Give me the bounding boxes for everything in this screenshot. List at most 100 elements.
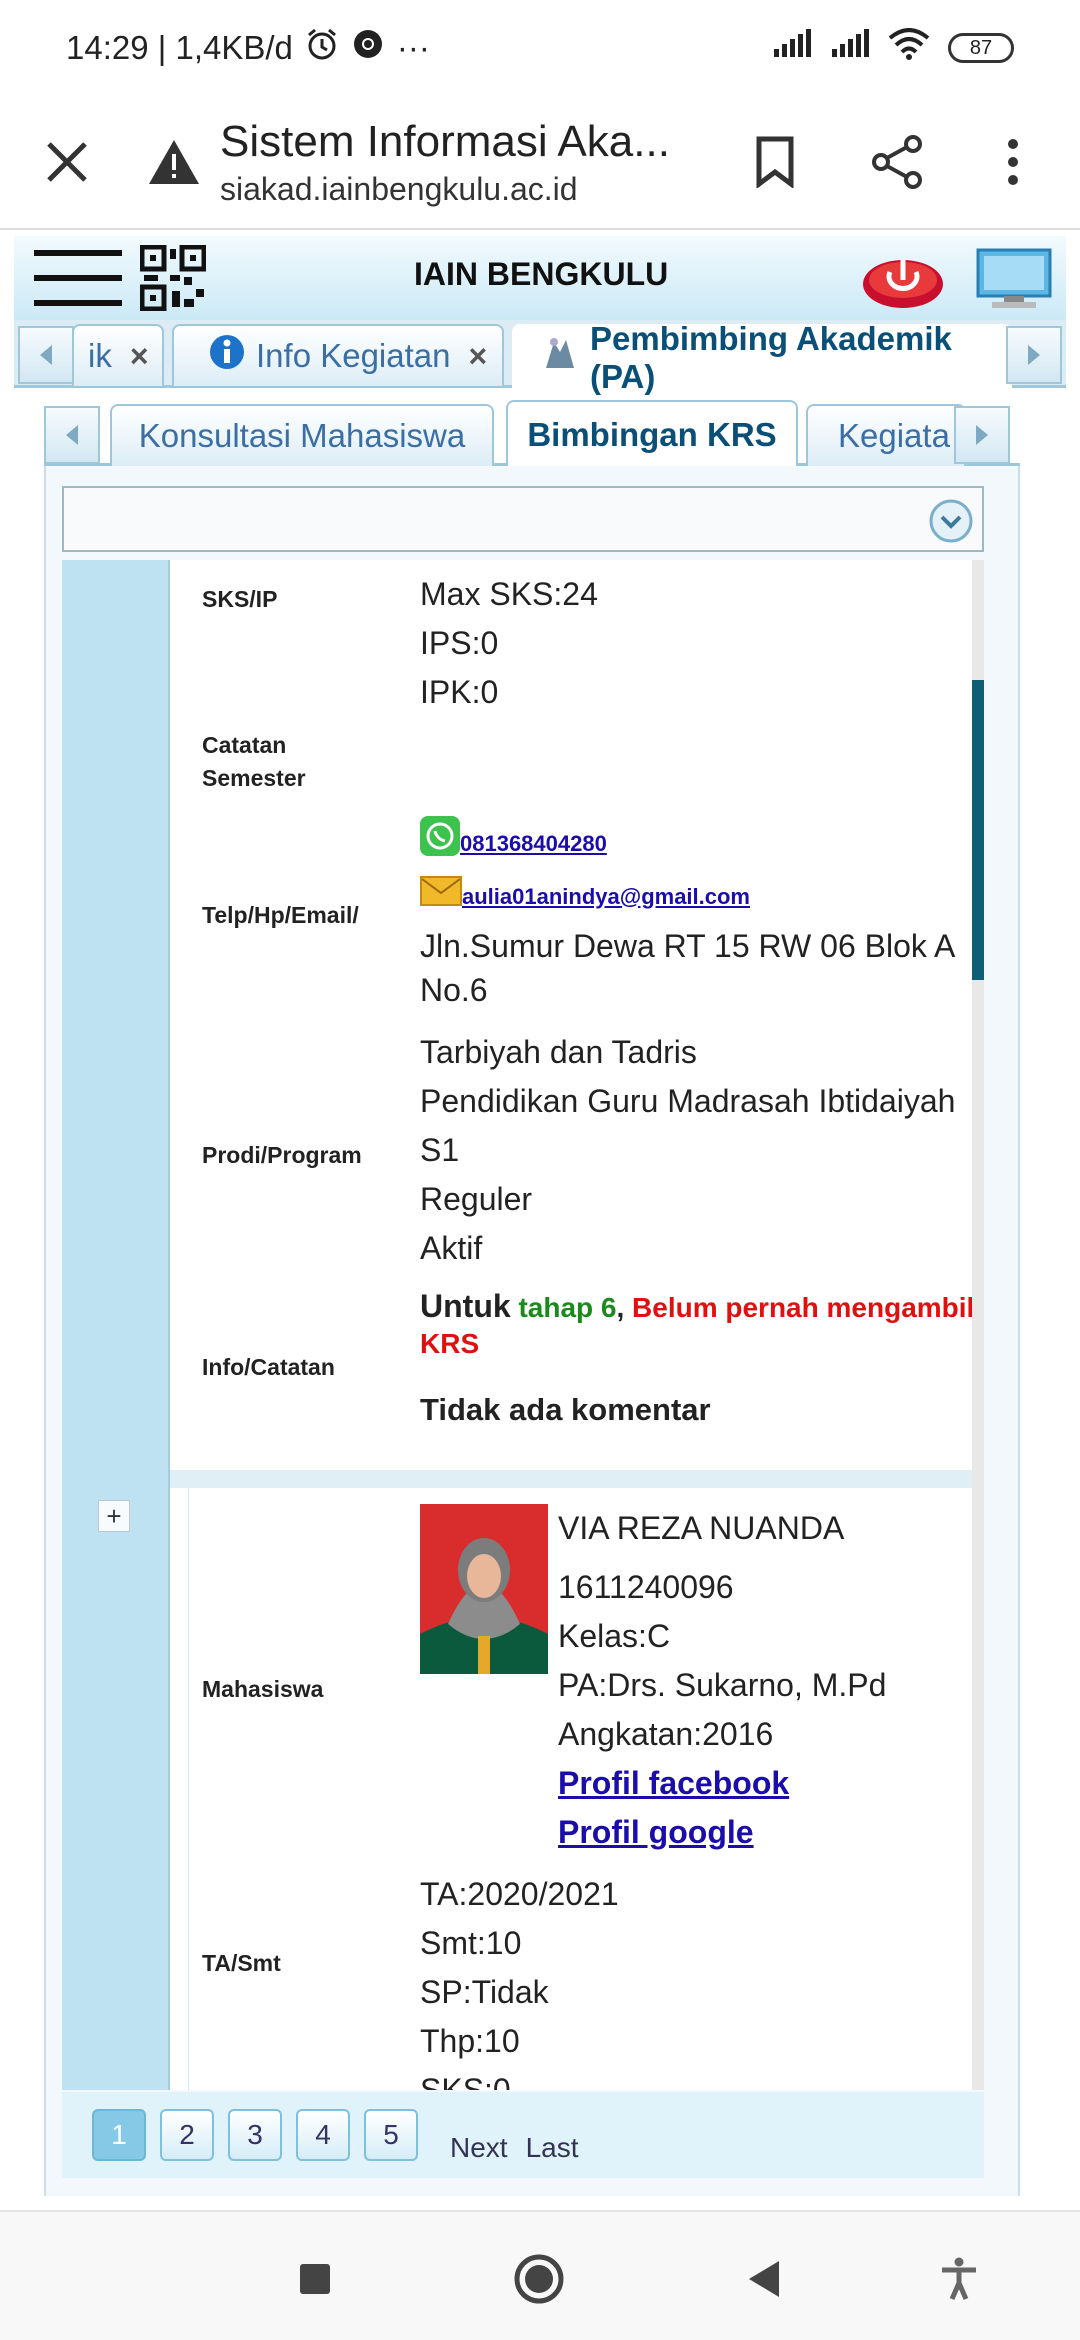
- close-tab-icon[interactable]: ×: [469, 338, 488, 375]
- scrollbar-thumb[interactable]: [972, 680, 984, 980]
- chevron-down-icon[interactable]: [928, 498, 974, 549]
- qr-code-icon[interactable]: [139, 244, 207, 312]
- study-program: Pendidikan Guru Madrasah Ibtidaiyah: [420, 1083, 956, 1119]
- pagination: 1 2 3 4 5 Next Last: [62, 2092, 984, 2178]
- tab-pembimbing-akademik[interactable]: Pembimbing Akademik (PA): [512, 320, 1012, 395]
- whatsapp-icon[interactable]: [420, 816, 460, 870]
- catatan-label-line1: Catatan: [202, 732, 287, 758]
- tab-label: Info Kegiatan: [256, 337, 451, 374]
- app-title: IAIN BENGKULU: [414, 256, 669, 292]
- krs-note: Untuk tahap 6, Belum pernah mengambil KR…: [420, 1288, 980, 1362]
- phone-link[interactable]: 081368404280: [460, 819, 607, 868]
- tab-label: ik: [88, 337, 112, 374]
- filter-select[interactable]: [62, 486, 984, 552]
- signal-icon: [772, 29, 812, 67]
- close-icon[interactable]: [34, 129, 100, 195]
- alarm-icon: [305, 27, 339, 69]
- subtab-bimbingan-krs[interactable]: Bimbingan KRS: [506, 400, 798, 468]
- sksip-label: SKS/IP: [202, 586, 278, 612]
- content-panel: SKS/IP Max SKS:24 IPS:0 IPK:0 Catatan Se…: [44, 466, 1020, 2196]
- system-nav-bar: [0, 2210, 1080, 2340]
- tab-label: Kegiata: [838, 417, 950, 454]
- mentor-icon: [540, 334, 580, 382]
- share-icon[interactable]: [864, 129, 930, 195]
- logout-power-icon[interactable]: [860, 246, 946, 315]
- subtab-konsultasi-mahasiswa[interactable]: Konsultasi Mahasiswa: [110, 404, 494, 466]
- note-comma: ,: [616, 1292, 625, 1323]
- desktop-icon[interactable]: [974, 248, 1054, 315]
- student-photo: [420, 1504, 548, 1674]
- main-tab-strip: ik × Info Kegiatan × Pembimbing Akademik…: [14, 320, 1066, 395]
- status-time: 14:29 | 1,4KB/d: [66, 29, 293, 66]
- tahun-ajaran: TA:2020/2021: [420, 1876, 619, 1912]
- tahap: Thp:10: [420, 2023, 520, 2059]
- home-icon[interactable]: [512, 2252, 566, 2306]
- sks-cutoff: SKS:0: [420, 2072, 511, 2090]
- info-icon: [208, 333, 246, 379]
- row-gutter: [62, 560, 170, 2090]
- tab-scroll-left-button[interactable]: [18, 326, 74, 384]
- student-info: VIA REZA NUANDA 1611240096 Kelas:C PA:Dr…: [558, 1504, 958, 1857]
- more-options-icon[interactable]: [980, 129, 1046, 195]
- tab-label: Bimbingan KRS: [527, 416, 777, 453]
- subtab-kegiatan[interactable]: Kegiata: [806, 404, 966, 466]
- page-4-button[interactable]: 4: [296, 2109, 350, 2161]
- sksip-values: Max SKS:24 IPS:0 IPK:0: [420, 570, 980, 717]
- back-icon[interactable]: [736, 2252, 790, 2306]
- student-nim: 1611240096: [558, 1569, 734, 1605]
- semester-pendek: SP:Tidak: [420, 1974, 549, 2010]
- more-notifications-icon: ···: [396, 29, 430, 66]
- student-name: VIA REZA NUANDA: [558, 1510, 845, 1546]
- page-5-button[interactable]: 5: [364, 2109, 418, 2161]
- app-header: IAIN BENGKULU: [14, 236, 1066, 320]
- facebook-profile-link[interactable]: Profil facebook: [558, 1765, 789, 1801]
- note-tahap: tahap 6: [518, 1292, 617, 1323]
- subtab-scroll-right-button[interactable]: [954, 406, 1010, 464]
- note-untuk: Untuk: [420, 1288, 511, 1324]
- bookmark-icon[interactable]: [742, 129, 808, 195]
- subtab-scroll-left-button[interactable]: [44, 406, 100, 464]
- battery-icon: 87: [948, 33, 1014, 63]
- ipk-value: IPK:0: [420, 674, 499, 710]
- contact-label: Telp/Hp/Email/: [202, 902, 359, 928]
- student-grid: SKS/IP Max SKS:24 IPS:0 IPK:0 Catatan Se…: [62, 560, 984, 2090]
- signal-icon-2: [830, 29, 870, 67]
- tab-scroll-right-button[interactable]: [1006, 326, 1062, 384]
- status: Aktif: [420, 1230, 483, 1266]
- student-kelas: Kelas:C: [558, 1618, 671, 1654]
- phone-line: 081368404280: [420, 816, 980, 870]
- address-bar[interactable]: Sistem Informasi Aka... siakad.iainbengk…: [220, 117, 700, 208]
- tasmt-label: TA/Smt: [202, 1950, 281, 1976]
- last-page-link[interactable]: Last: [526, 2132, 579, 2164]
- page-3-button[interactable]: 3: [228, 2109, 282, 2161]
- prodi-values: Tarbiyah dan Tadris Pendidikan Guru Madr…: [420, 1028, 984, 1273]
- semester: Smt:10: [420, 1925, 522, 1961]
- tasmt-values: TA:2020/2021 Smt:10 SP:Tidak Thp:10 SKS:…: [420, 1870, 980, 2090]
- google-profile-link[interactable]: Profil google: [558, 1814, 754, 1850]
- tab-info-kegiatan[interactable]: Info Kegiatan ×: [172, 324, 504, 386]
- degree: S1: [420, 1132, 460, 1168]
- catatan-label: Catatan Semester: [202, 732, 306, 792]
- email-link[interactable]: aulia01anindya@gmail.com: [462, 872, 750, 921]
- wifi-icon: [888, 28, 930, 68]
- page-title: Sistem Informasi Aka...: [220, 116, 670, 166]
- hamburger-menu-icon[interactable]: [34, 246, 122, 310]
- catatan-row: Catatan Semester: [202, 732, 306, 792]
- info-values: Untuk tahap 6, Belum pernah mengambil KR…: [420, 1288, 980, 1428]
- mail-icon[interactable]: [420, 872, 462, 921]
- accessibility-icon[interactable]: [932, 2252, 986, 2306]
- student-pa: PA:Drs. Sukarno, M.Pd: [558, 1667, 887, 1703]
- tab-previous[interactable]: ik ×: [72, 324, 164, 386]
- class-type: Reguler: [420, 1181, 533, 1217]
- chrome-icon: [351, 27, 385, 69]
- page-2-button[interactable]: 2: [160, 2109, 214, 2161]
- faculty: Tarbiyah dan Tadris: [420, 1034, 697, 1070]
- next-page-link[interactable]: Next: [450, 2132, 508, 2164]
- catatan-label-line2: Semester: [202, 765, 306, 791]
- close-tab-icon[interactable]: ×: [130, 338, 149, 375]
- warning-icon[interactable]: [144, 132, 204, 192]
- page-1-button[interactable]: 1: [92, 2109, 146, 2161]
- email-line: aulia01anindya@gmail.com: [420, 868, 980, 924]
- expand-plus-icon[interactable]: +: [98, 1500, 130, 1532]
- recents-icon[interactable]: [288, 2252, 342, 2306]
